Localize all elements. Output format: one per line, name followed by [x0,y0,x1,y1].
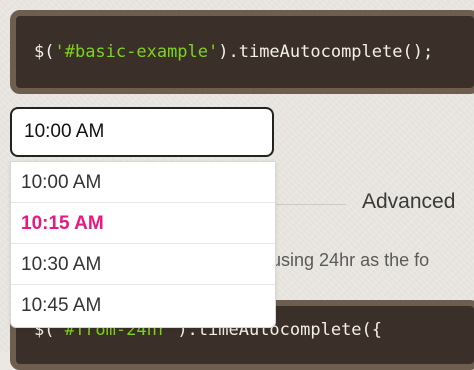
code-line: $('#basic-example').timeAutocomplete(); [34,42,433,62]
code-block-basic-example: $('#basic-example').timeAutocomplete(); [10,10,474,94]
dropdown-option[interactable]: 10:00 AM [11,162,275,203]
dropdown-option[interactable]: 10:30 AM [11,244,275,285]
section-description: d using 24hr as the fo [256,250,430,270]
heading-divider [272,204,346,205]
code-text: ).timeAutocomplete(); [218,42,434,62]
section-heading: Advanced [362,190,456,213]
time-input[interactable] [10,107,274,157]
dropdown-option-highlighted[interactable]: 10:15 AM [11,203,275,244]
time-autocomplete-dropdown: 10:00 AM 10:15 AM 10:30 AM 10:45 AM [10,161,276,328]
code-string: '#basic-example' [54,42,219,62]
dropdown-option[interactable]: 10:45 AM [11,285,275,326]
code-text: $( [34,42,55,62]
